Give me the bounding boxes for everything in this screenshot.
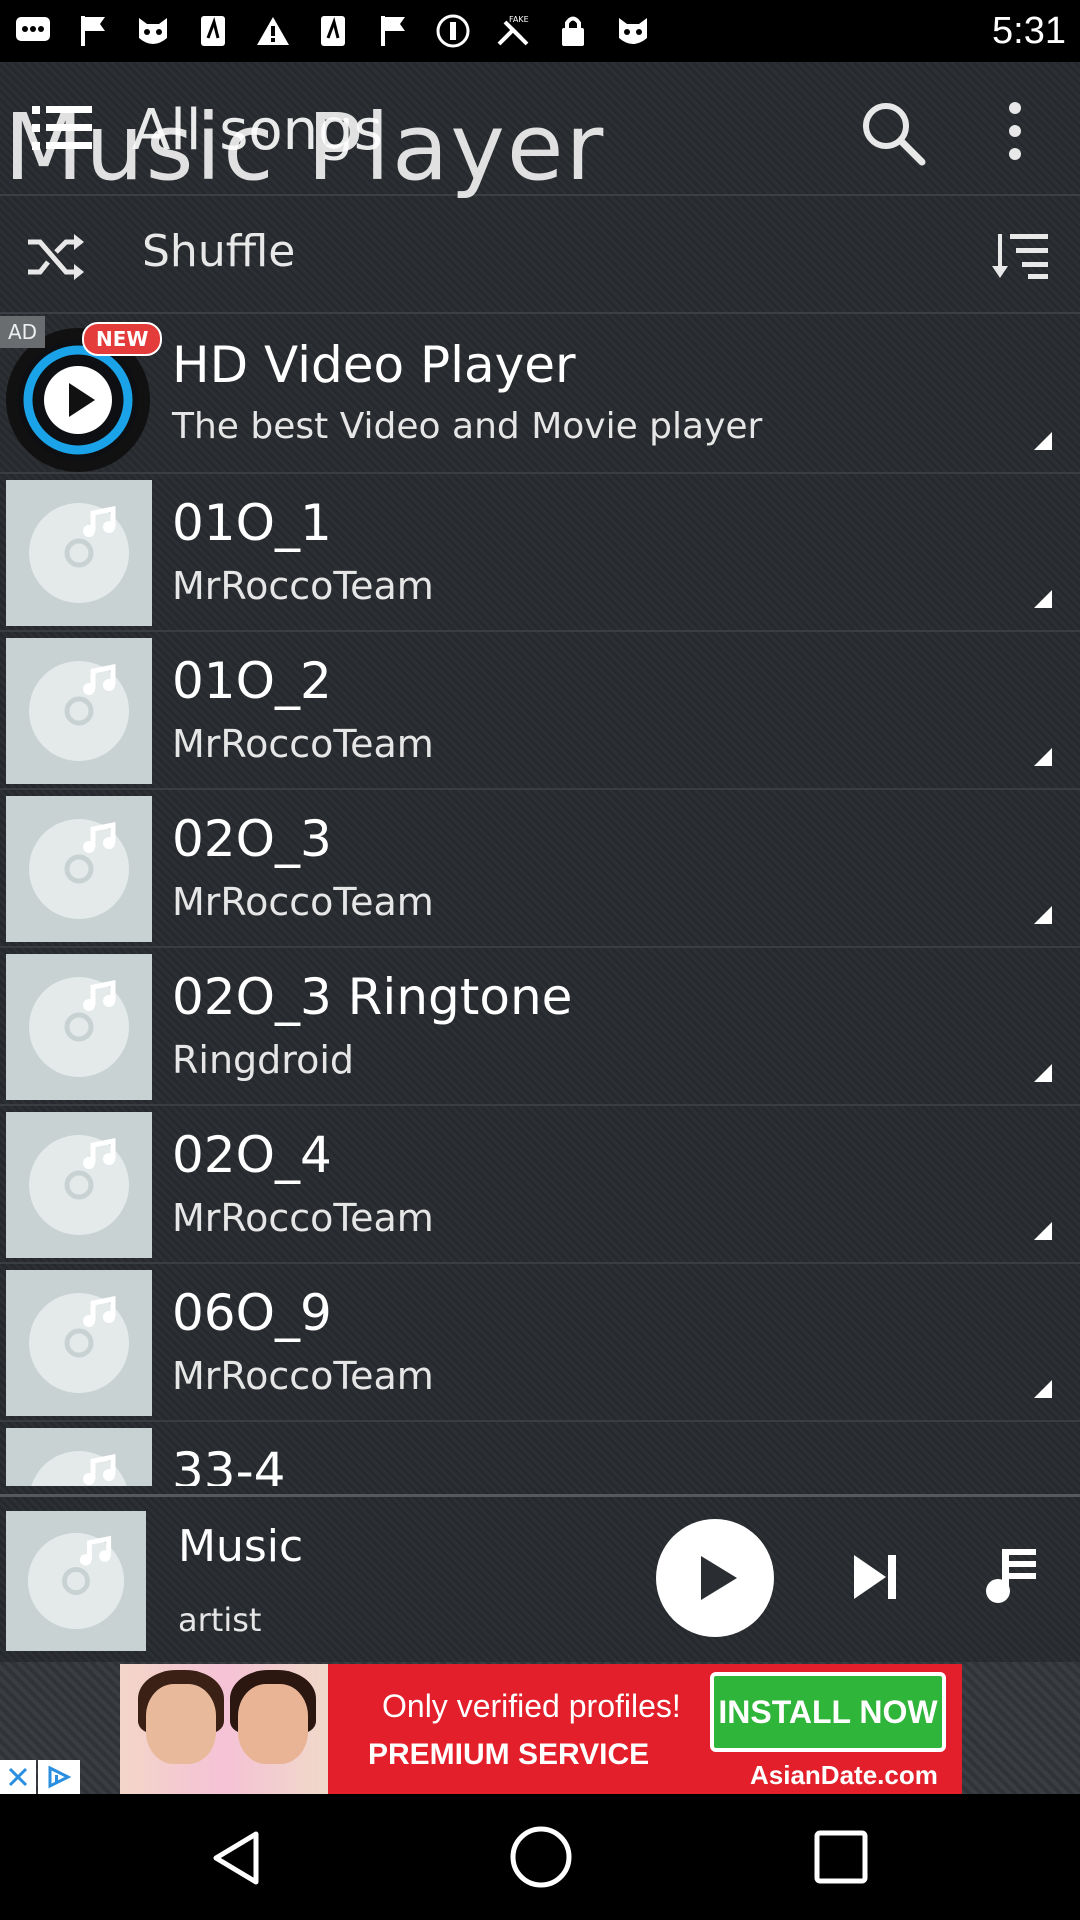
next-track-button[interactable] (846, 1547, 906, 1607)
album-art-placeholder (6, 1112, 152, 1258)
album-art-placeholder (6, 480, 152, 626)
corner-arrow-icon[interactable] (1034, 748, 1052, 766)
ad-subheadline: PREMIUM SERVICE (368, 1738, 650, 1771)
banner-ad[interactable]: Only verified profiles! PREMIUM SERVICE … (0, 1662, 1080, 1794)
new-badge: NEW (82, 322, 163, 356)
file-icon (194, 14, 232, 48)
queue-music-icon (986, 1549, 1036, 1603)
song-artist: MrRoccoTeam (172, 722, 434, 766)
ad-label: AD (0, 316, 46, 348)
banner-ad-creative[interactable]: Only verified profiles! PREMIUM SERVICE … (120, 1664, 962, 1794)
corner-arrow-icon[interactable] (1034, 432, 1052, 450)
song-list-item[interactable]: 01O_1 MrRoccoTeam (0, 474, 1080, 632)
now-playing-artist: artist (178, 1601, 262, 1639)
back-icon[interactable] (208, 1828, 268, 1888)
song-title: 01O_2 (172, 652, 332, 710)
play-button[interactable] (656, 1519, 774, 1637)
more-vert-icon[interactable] (990, 98, 1040, 168)
song-list-item[interactable]: 02O_3 MrRoccoTeam (0, 790, 1080, 948)
cat-icon (134, 14, 172, 48)
list-item-subtitle: The best Video and Movie player (172, 406, 763, 447)
song-list-item[interactable]: 02O_4 MrRoccoTeam (0, 1106, 1080, 1264)
ad-choices-icon[interactable] (38, 1760, 80, 1794)
sort-icon[interactable] (992, 228, 1050, 282)
sponsored-list-item[interactable]: AD NEW HD Video Player The best Video an… (0, 316, 1080, 474)
album-art-placeholder (6, 1428, 152, 1486)
song-title: 02O_4 (172, 1126, 332, 1184)
ad-domain: AsianDate.com (750, 1760, 938, 1790)
status-bar: FAKE 5:31 (0, 0, 1080, 62)
install-now-button[interactable]: INSTALL NOW (710, 1672, 946, 1752)
recent-apps-icon[interactable] (812, 1828, 870, 1886)
song-list-item[interactable]: 06O_9 MrRoccoTeam (0, 1264, 1080, 1422)
chat-icon (14, 14, 52, 48)
home-icon[interactable] (508, 1824, 574, 1890)
album-art-placeholder (6, 1270, 152, 1416)
corner-arrow-icon[interactable] (1034, 590, 1052, 608)
shuffle-icon (26, 230, 88, 284)
ad-photo (120, 1664, 328, 1794)
song-title: 02O_3 (172, 810, 332, 868)
circle-icon (434, 14, 472, 48)
corner-arrow-icon[interactable] (1034, 1222, 1052, 1240)
app-toolbar: Music Player All songs (0, 62, 1080, 201)
song-artist: Ringdroid (172, 1038, 355, 1082)
shuffle-label: Shuffle (142, 226, 296, 277)
skip-next-icon (854, 1555, 896, 1599)
queue-button[interactable] (982, 1545, 1042, 1607)
svg-text:FAKE: FAKE (509, 15, 529, 24)
file-icon (314, 14, 352, 48)
song-list-item[interactable]: 02O_3 Ringtone Ringdroid (0, 948, 1080, 1106)
warning-icon (254, 14, 292, 48)
song-artist: MrRoccoTeam (172, 564, 434, 608)
status-time: 5:31 (992, 9, 1066, 52)
now-playing-album-art (6, 1511, 146, 1651)
song-artist: MrRoccoTeam (172, 1196, 434, 1240)
play-icon (701, 1556, 737, 1600)
flag-icon (374, 14, 412, 48)
corner-arrow-icon[interactable] (1034, 1064, 1052, 1082)
song-title: 33-4 (172, 1442, 286, 1486)
song-title: 06O_9 (172, 1284, 332, 1342)
corner-arrow-icon[interactable] (1034, 1380, 1052, 1398)
flag-icon (74, 14, 112, 48)
cat-icon (614, 14, 652, 48)
now-playing-bar[interactable]: Music artist (0, 1494, 1080, 1660)
album-art-placeholder (6, 954, 152, 1100)
song-list-item[interactable]: 33-4 (0, 1422, 1080, 1486)
ad-headline: Only verified profiles! (382, 1688, 681, 1724)
corner-arrow-icon[interactable] (1034, 906, 1052, 924)
album-art-placeholder (6, 638, 152, 784)
song-list: AD NEW HD Video Player The best Video an… (0, 316, 1080, 1486)
list-item-title: HD Video Player (172, 336, 576, 394)
close-icon[interactable] (0, 1760, 36, 1794)
song-list-item[interactable]: 01O_2 MrRoccoTeam (0, 632, 1080, 790)
fake-gps-icon: FAKE (494, 14, 532, 48)
music-player-app: Music Player All songs Shuffle AD NEW HD (0, 62, 1080, 1794)
menu-icon[interactable] (28, 100, 98, 160)
song-artist: MrRoccoTeam (172, 1354, 434, 1398)
song-title: 02O_3 Ringtone (172, 968, 573, 1026)
system-navigation-bar (0, 1794, 1080, 1920)
search-icon[interactable] (858, 98, 928, 168)
lock-icon (554, 14, 592, 48)
shuffle-all-button[interactable]: Shuffle (0, 196, 1080, 314)
now-playing-title: Music (178, 1521, 304, 1572)
song-artist: MrRoccoTeam (172, 880, 434, 924)
page-title: All songs (132, 98, 383, 163)
song-title: 01O_1 (172, 494, 332, 552)
album-art-placeholder (6, 796, 152, 942)
